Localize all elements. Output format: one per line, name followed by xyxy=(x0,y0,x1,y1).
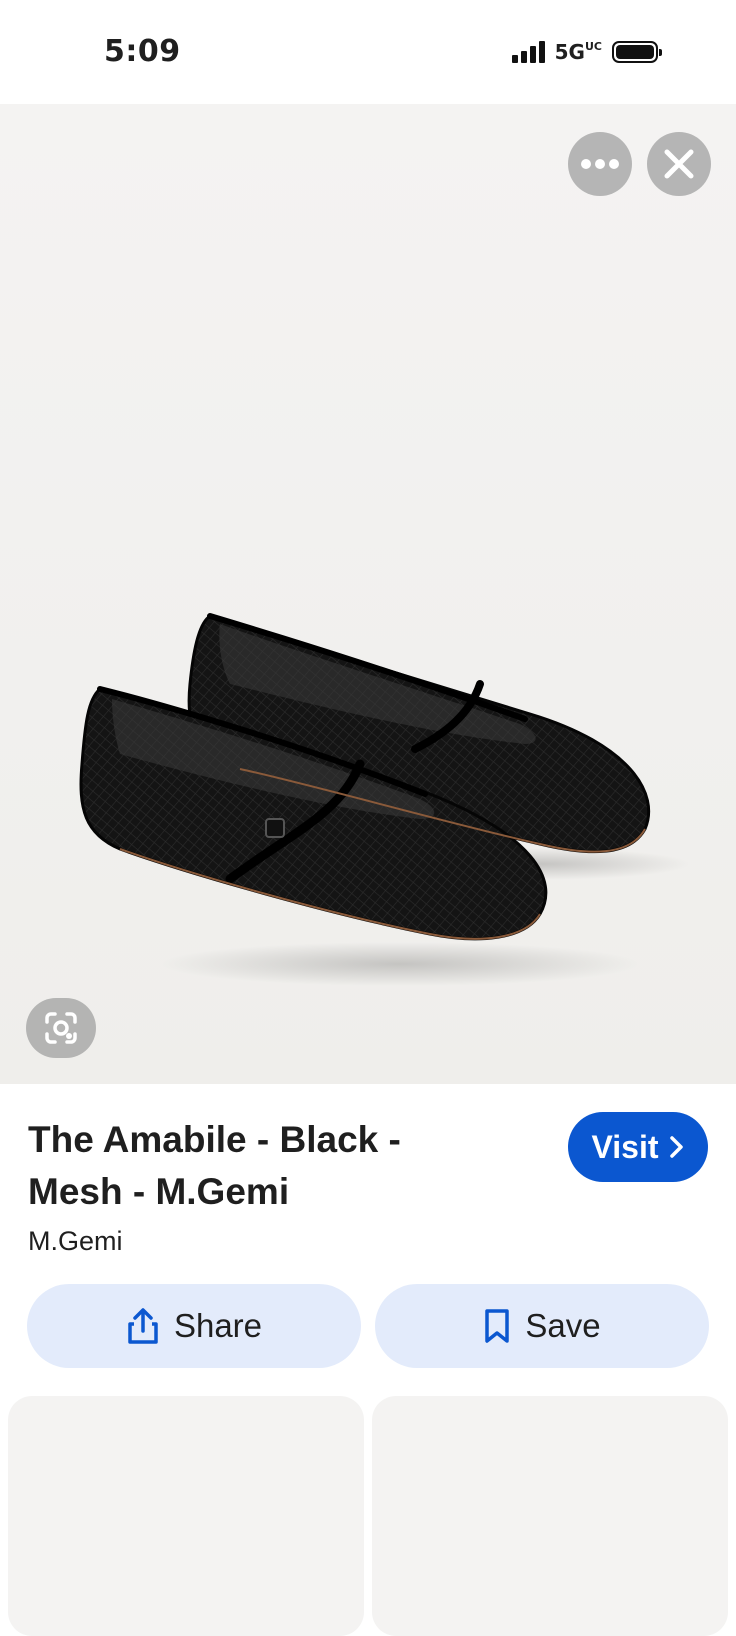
share-icon xyxy=(128,1308,158,1344)
status-icons: 5GUC xyxy=(511,40,662,64)
product-image[interactable] xyxy=(0,104,736,1084)
visual-search-button[interactable] xyxy=(26,998,96,1058)
cellular-signal-icon xyxy=(511,41,545,63)
product-title[interactable]: The Amabile - Black - Mesh - M.Gemi xyxy=(28,1114,498,1218)
visit-button[interactable]: Visit xyxy=(568,1112,708,1182)
close-icon xyxy=(664,149,694,179)
related-result-card[interactable] xyxy=(372,1396,728,1636)
close-button[interactable] xyxy=(647,132,711,196)
shoes-illustration xyxy=(79,613,690,986)
network-label: 5GUC xyxy=(554,40,602,64)
bookmark-icon xyxy=(485,1309,510,1343)
chevron-right-icon xyxy=(669,1136,683,1158)
save-button[interactable]: Save xyxy=(375,1284,709,1368)
more-horiz-icon xyxy=(581,159,619,169)
visit-label: Visit xyxy=(591,1128,659,1165)
more-options-button[interactable] xyxy=(568,132,632,196)
save-label: Save xyxy=(525,1307,601,1344)
status-bar: 5:09 5GUC xyxy=(0,0,736,104)
related-result-card[interactable] xyxy=(8,1396,364,1636)
battery-icon xyxy=(612,41,662,63)
share-label: Share xyxy=(173,1307,263,1344)
share-button[interactable]: Share xyxy=(27,1284,361,1368)
source-name[interactable]: M.Gemi xyxy=(28,1226,123,1257)
status-time: 5:09 xyxy=(104,34,181,69)
google-lens-icon xyxy=(45,1012,77,1044)
network-badge: UC xyxy=(584,40,602,53)
